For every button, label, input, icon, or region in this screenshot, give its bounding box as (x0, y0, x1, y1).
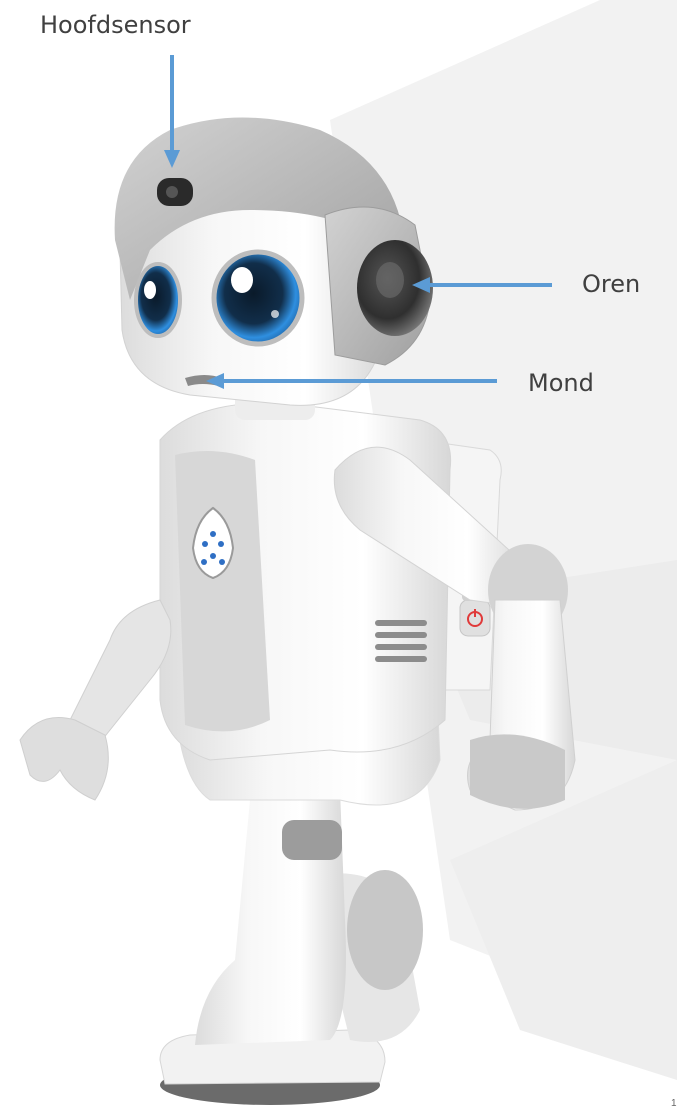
robot-left-hand (19, 717, 109, 801)
page-number: 1 (671, 1098, 677, 1109)
arrow-head-sensor (164, 55, 180, 168)
robot-figure (19, 0, 677, 1105)
label-ears: Oren (582, 270, 641, 298)
power-button-icon (459, 599, 491, 637)
robot-chest-panel (175, 451, 270, 732)
label-mouth: Mond (528, 369, 594, 397)
label-head-sensor: Hoofdsensor (40, 11, 191, 39)
head-sensor-icon (157, 178, 193, 206)
